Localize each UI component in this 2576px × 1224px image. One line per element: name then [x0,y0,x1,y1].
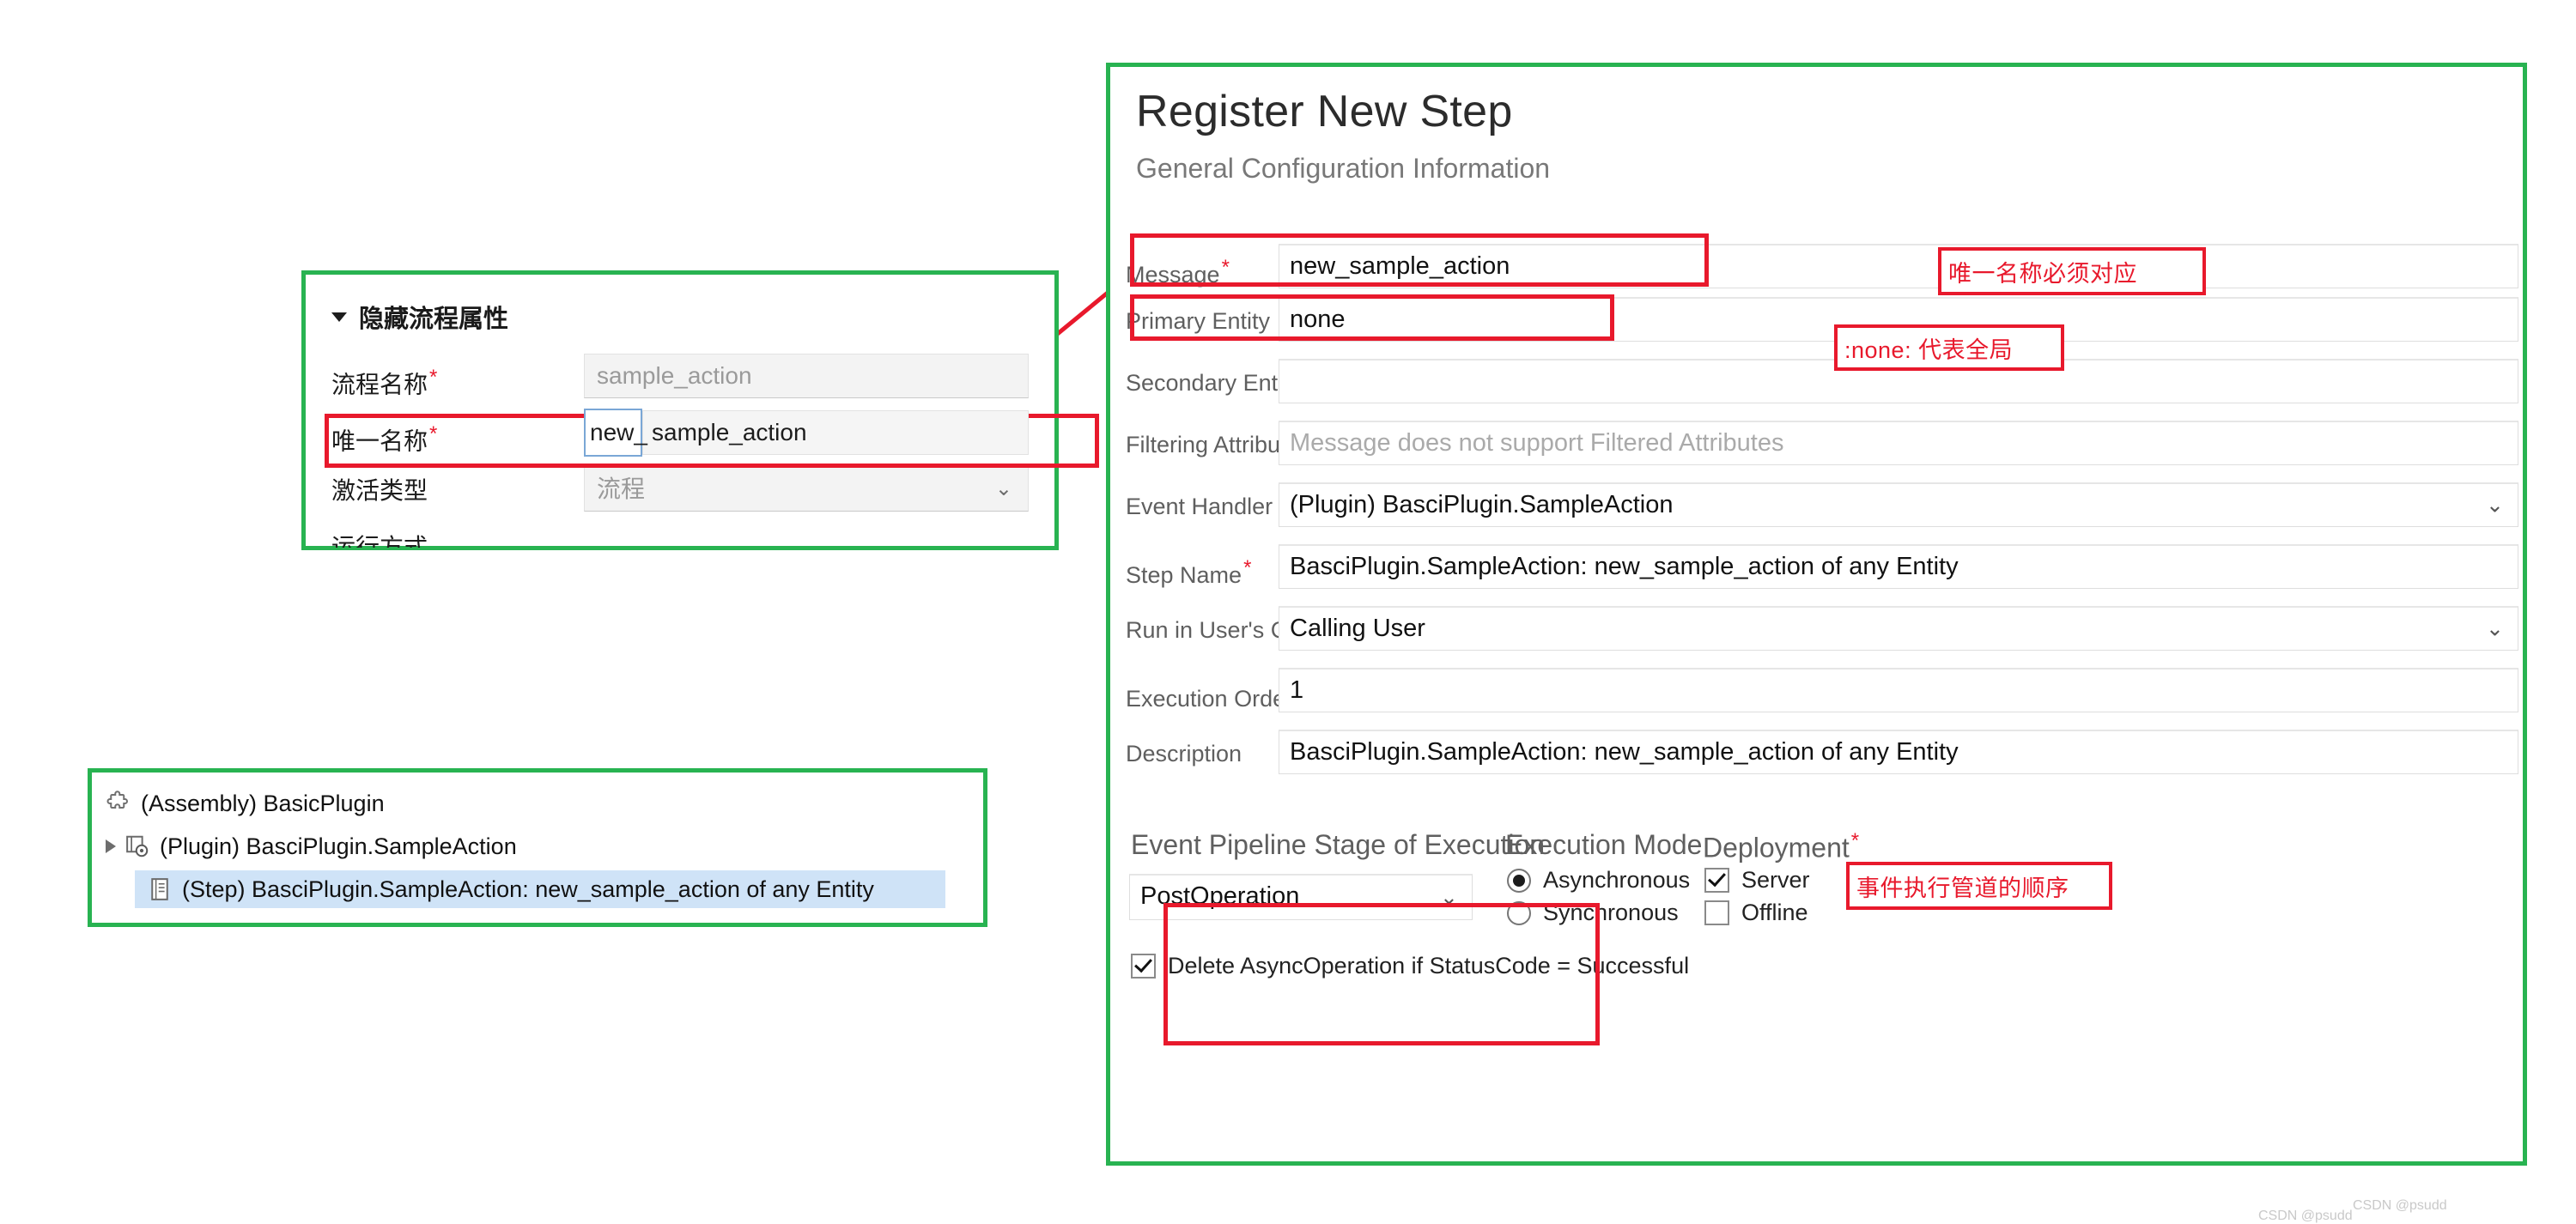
field-select-run-in-users-context[interactable]: Calling User ⌄ [1279,606,2518,651]
radio-synchronous[interactable]: Synchronous [1507,900,1679,926]
register-new-step-panel: Register New Step General Configuration … [1106,63,2527,1166]
section-heading-deployment: Deployment* [1703,829,1860,863]
checkbox-offline[interactable]: Offline [1704,900,1808,926]
flow-input-process-name[interactable]: sample_action [584,354,1029,398]
chevron-down-icon: ⌄ [2486,616,2504,640]
expander-triangle-icon[interactable] [106,839,116,853]
assembly-icon [106,791,128,809]
checkbox-delete-async-operation[interactable]: Delete AsyncOperation if StatusCode = Su… [1131,953,1689,979]
page-title: Register New Step [1136,87,1513,136]
tree-node-label: (Plugin) BasciPlugin.SampleAction [160,833,517,859]
tree-node-step[interactable]: (Step) BasciPlugin.SampleAction: new_sam… [135,870,945,908]
checkbox-label: Delete AsyncOperation if StatusCode = Su… [1168,953,1690,979]
field-input-description[interactable]: BasciPlugin.SampleAction: new_sample_act… [1279,730,2518,774]
flow-label-unique-name: 唯一名称* [331,422,438,455]
radio-label: Synchronous [1543,900,1679,925]
field-input-execution-order[interactable]: 1 [1279,668,2518,712]
required-marker: * [429,366,438,389]
flow-properties-header[interactable]: 隐藏流程属性 [331,299,508,335]
field-row-run-in-users-context: Run in User's Context Calling User ⌄ [1126,606,2518,654]
radio-label: Asynchronous [1543,867,1691,893]
field-select-event-pipeline-stage-value: PostOperation [1140,882,1300,910]
field-row-primary-entity: Primary Entity none [1126,297,2518,345]
flow-properties-panel: 隐藏流程属性 流程名称* sample_action 唯一名称* new_ sa… [301,270,1059,550]
flow-properties-header-label: 隐藏流程属性 [359,306,509,333]
field-input-filtering-attributes[interactable]: Message does not support Filtered Attrib… [1279,421,2518,465]
field-label-execution-order: Execution Order* [1126,668,1303,723]
field-label-event-handler: Event Handler [1126,494,1273,519]
chevron-down-icon: ⌄ [994,477,1012,500]
field-row-filtering-attributes: Filtering Attributes Message does not su… [1126,421,2518,469]
flow-label-activation-type: 激活类型 [331,477,428,504]
field-select-event-handler-value: (Plugin) BasciPlugin.SampleAction [1290,491,1674,518]
radio-asynchronous[interactable]: Asynchronous [1507,867,1690,894]
flow-input-unique-name-prefix[interactable]: new_ [584,409,647,457]
tree-node-label: (Assembly) BasicPlugin [141,790,385,816]
field-input-message[interactable]: new_sample_action [1279,244,2518,288]
flow-select-activation-type-value: 流程 [597,476,646,502]
checkbox-server[interactable]: Server [1704,867,1810,894]
page-subtitle: General Configuration Information [1136,153,1551,184]
field-label-primary-entity: Primary Entity [1126,308,1271,334]
chevron-down-icon: ⌄ [1440,885,1458,909]
section-heading-execution-mode: Execution Mode [1505,829,1703,860]
required-marker: * [1221,256,1230,279]
radio-indicator [1507,900,1531,925]
required-marker: * [1243,556,1252,579]
checkbox-indicator [1704,900,1729,925]
field-label-description: Description [1126,741,1242,767]
step-icon [151,878,168,900]
annotation-none-means-global: :none: 代表全局 [1834,324,2064,371]
watermark-primary: CSDN @psudd [2353,1198,2447,1213]
field-select-event-handler[interactable]: (Plugin) BasciPlugin.SampleAction ⌄ [1279,482,2518,527]
annotation-unique-name-must-match: 唯一名称必须对应 [1938,247,2206,295]
plugin-icon [126,835,149,857]
field-row-event-handler: Event Handler (Plugin) BasciPlugin.Sampl… [1126,482,2518,530]
tree-node-label: (Step) BasciPlugin.SampleAction: new_sam… [182,876,874,902]
field-label-secondary-entity: Secondary Entity [1126,370,1302,396]
field-select-event-pipeline-stage[interactable]: PostOperation ⌄ [1129,874,1473,920]
flow-row-run-mode-cutoff: 运行方式 [331,534,428,548]
field-label-message: Message* [1126,256,1230,288]
checkbox-label: Server [1741,867,1810,893]
field-row-description: Description BasciPlugin.SampleAction: ne… [1126,730,2518,778]
tree-node-plugin[interactable]: (Plugin) BasciPlugin.SampleAction [106,827,517,865]
field-row-step-name: Step Name* BasciPlugin.SampleAction: new… [1126,544,2518,592]
section-heading-event-pipeline: Event Pipeline Stage of Execution [1131,829,1546,860]
field-row-secondary-entity: Secondary Entity [1126,359,2518,407]
chevron-down-icon [331,312,347,322]
radio-indicator [1507,868,1531,893]
annotation-event-pipeline-order: 事件执行管道的顺序 [1846,862,2112,910]
flow-select-activation-type[interactable]: 流程 ⌄ [584,467,1029,512]
checkbox-indicator [1131,954,1156,979]
required-marker: * [1850,829,1860,852]
flow-input-unique-name[interactable]: sample_action [642,410,1029,455]
field-label-step-name: Step Name* [1126,556,1252,588]
field-row-execution-order: Execution Order* 1 [1126,668,2518,716]
checkbox-indicator [1704,868,1729,893]
required-marker: * [429,422,438,445]
field-select-run-in-users-context-value: Calling User [1290,615,1425,642]
field-row-message: Message* new_sample_action [1126,244,2518,292]
watermark-secondary: CSDN @psudd [2258,1209,2353,1223]
checkbox-label: Offline [1741,900,1808,925]
chevron-down-icon: ⌄ [2486,493,2504,517]
flow-label-process-name: 流程名称* [331,366,438,398]
field-input-step-name[interactable]: BasciPlugin.SampleAction: new_sample_act… [1279,544,2518,589]
tree-node-assembly[interactable]: (Assembly) BasicPlugin [106,785,385,822]
plugin-registration-tree: (Assembly) BasicPlugin (Plugin) BasciPlu… [88,768,987,927]
